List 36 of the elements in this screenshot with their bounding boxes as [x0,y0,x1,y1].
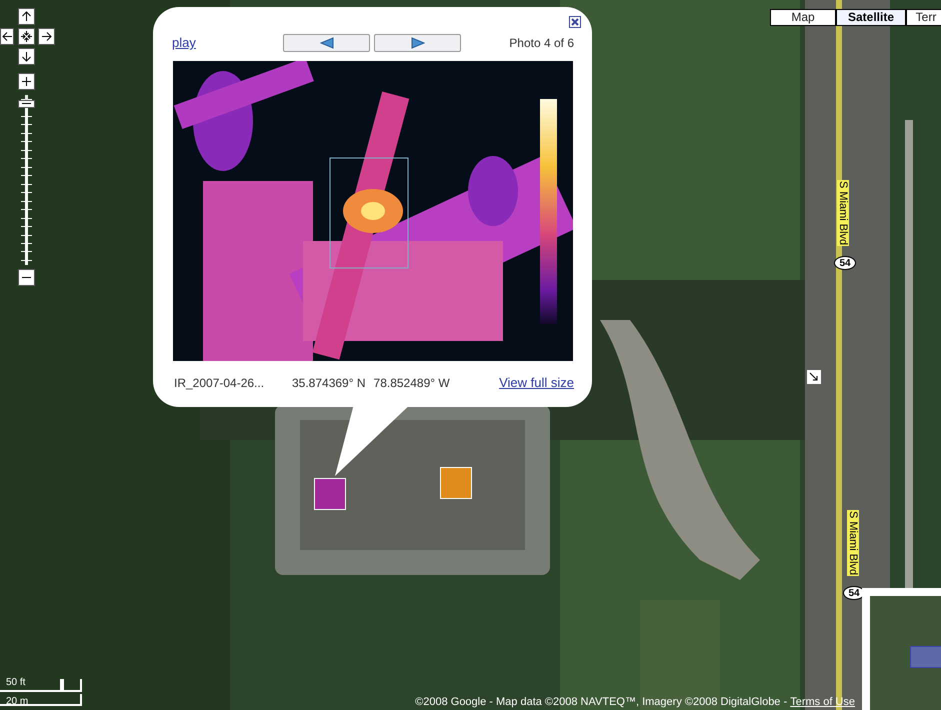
left-arrow-icon [2,31,12,42]
reset-view-button[interactable] [18,28,35,45]
right-triangle-icon [410,36,424,49]
scale-label: 20 m [6,696,28,707]
overview-map[interactable] [862,588,941,710]
scale-label: 50 ft [6,677,26,688]
map-type-button[interactable]: Map [770,9,836,26]
zoom-in-button[interactable] [18,73,35,90]
plus-icon [21,76,32,87]
center-arrows-icon [20,30,33,43]
down-arrow-icon [21,51,32,62]
close-icon[interactable] [569,16,581,28]
pan-down-button[interactable] [18,48,35,65]
pan-left-button[interactable] [0,28,14,45]
map-type-button[interactable]: Terr [906,9,941,26]
longitude: 78.852489° W [374,374,450,392]
up-arrow-icon [21,11,32,22]
road-label: S Miami Blvd [847,510,859,576]
next-button[interactable] [374,34,461,52]
zoom-out-button[interactable] [18,269,35,286]
previous-button[interactable] [283,34,370,52]
photo-marker[interactable] [314,478,346,510]
left-triangle-icon [320,36,334,49]
pan-up-button[interactable] [18,8,35,25]
photo-counter: Photo 4 of 6 [509,34,574,52]
right-arrow-icon [41,31,52,42]
road-label: S Miami Blvd [837,180,849,246]
expand-icon[interactable] [807,370,821,384]
view-full-size-link[interactable]: View full size [499,373,574,392]
photo-marker[interactable] [440,467,472,499]
pan-right-button[interactable] [38,28,55,45]
latitude: 35.874369° N [292,374,366,392]
file-name: IR_2007-04-26... [174,374,266,392]
map-type-button[interactable]: Satellite [836,9,906,26]
copyright-text: ©2008 Google - Map data ©2008 NAVTEQ™, Imagery ©2008 DigitalGlobe - [415,695,788,710]
play-link[interactable]: play [172,33,283,52]
